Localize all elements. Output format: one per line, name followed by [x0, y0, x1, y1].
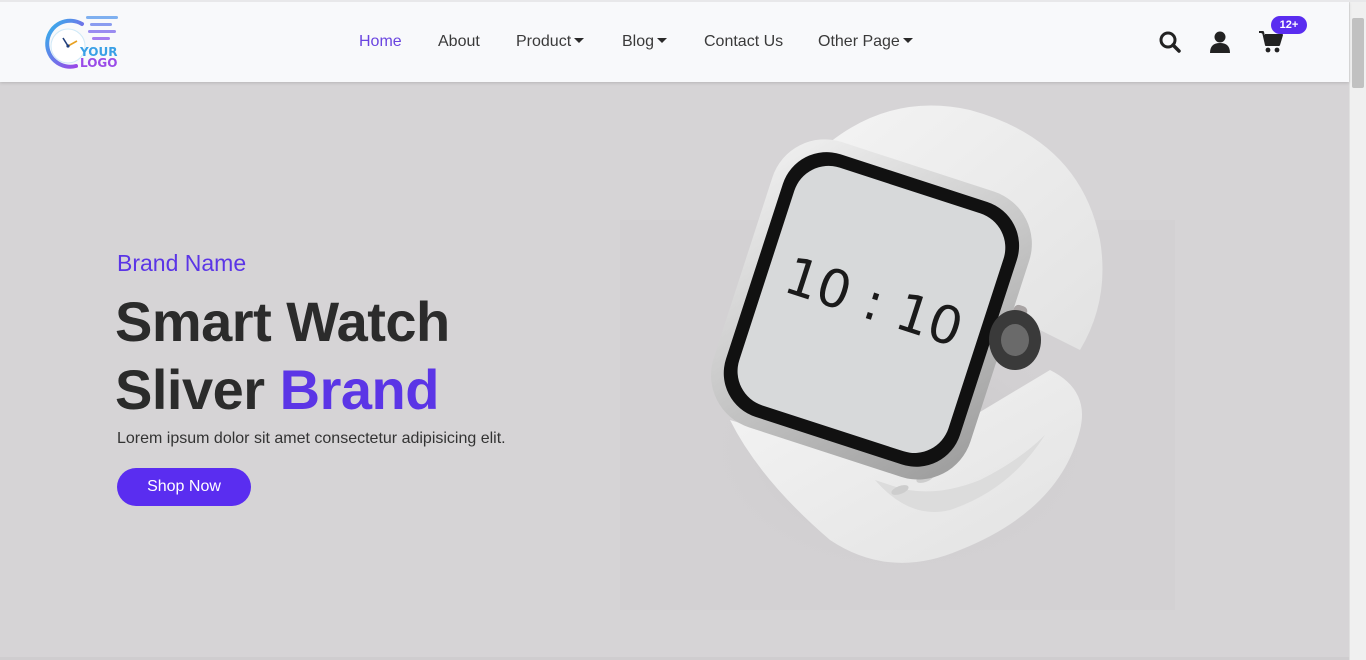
logo-text: YOUR LOGO — [80, 46, 118, 70]
nav-blog-label: Blog — [622, 33, 655, 50]
hero-description: Lorem ipsum dolor sit amet consectetur a… — [117, 430, 506, 447]
chevron-down-icon — [657, 38, 668, 43]
nav-other-page[interactable]: Other Page — [818, 33, 913, 51]
nav-home[interactable]: Home — [359, 33, 402, 51]
top-border — [0, 0, 1366, 2]
hero-title-line-1: Smart Watch — [115, 290, 450, 353]
nav-product[interactable]: Product — [516, 33, 585, 51]
search-icon — [1159, 31, 1181, 53]
smart-watch-image: 10 : 10 — [700, 105, 1103, 580]
hero-title: Smart Watch Sliver Brand — [115, 288, 450, 424]
cart-count-badge: 12+ — [1271, 16, 1307, 34]
user-icon — [1210, 31, 1230, 53]
chevron-down-icon — [902, 38, 913, 43]
logo-line-2: LOGO — [80, 56, 118, 70]
nav-blog[interactable]: Blog — [622, 33, 668, 51]
nav-product-label: Product — [516, 33, 572, 50]
site-logo[interactable]: YOUR LOGO — [42, 14, 122, 72]
search-button[interactable] — [1158, 30, 1184, 56]
nav-about[interactable]: About — [438, 33, 480, 51]
nav-other-page-label: Other Page — [818, 33, 900, 50]
shop-now-button[interactable]: Shop Now — [117, 468, 251, 506]
site-header: YOUR LOGO Home About Product Blog Contac… — [0, 2, 1349, 82]
hero-title-line-2: Sliver — [115, 358, 265, 421]
account-button[interactable] — [1208, 30, 1234, 56]
page-scrollbar[interactable] — [1349, 0, 1366, 660]
hero-title-accent: Brand — [279, 358, 440, 421]
scrollbar-thumb[interactable] — [1352, 18, 1364, 88]
nav-contact[interactable]: Contact Us — [704, 33, 783, 51]
hero-brand-name: Brand Name — [117, 250, 247, 276]
chevron-down-icon — [574, 38, 585, 43]
